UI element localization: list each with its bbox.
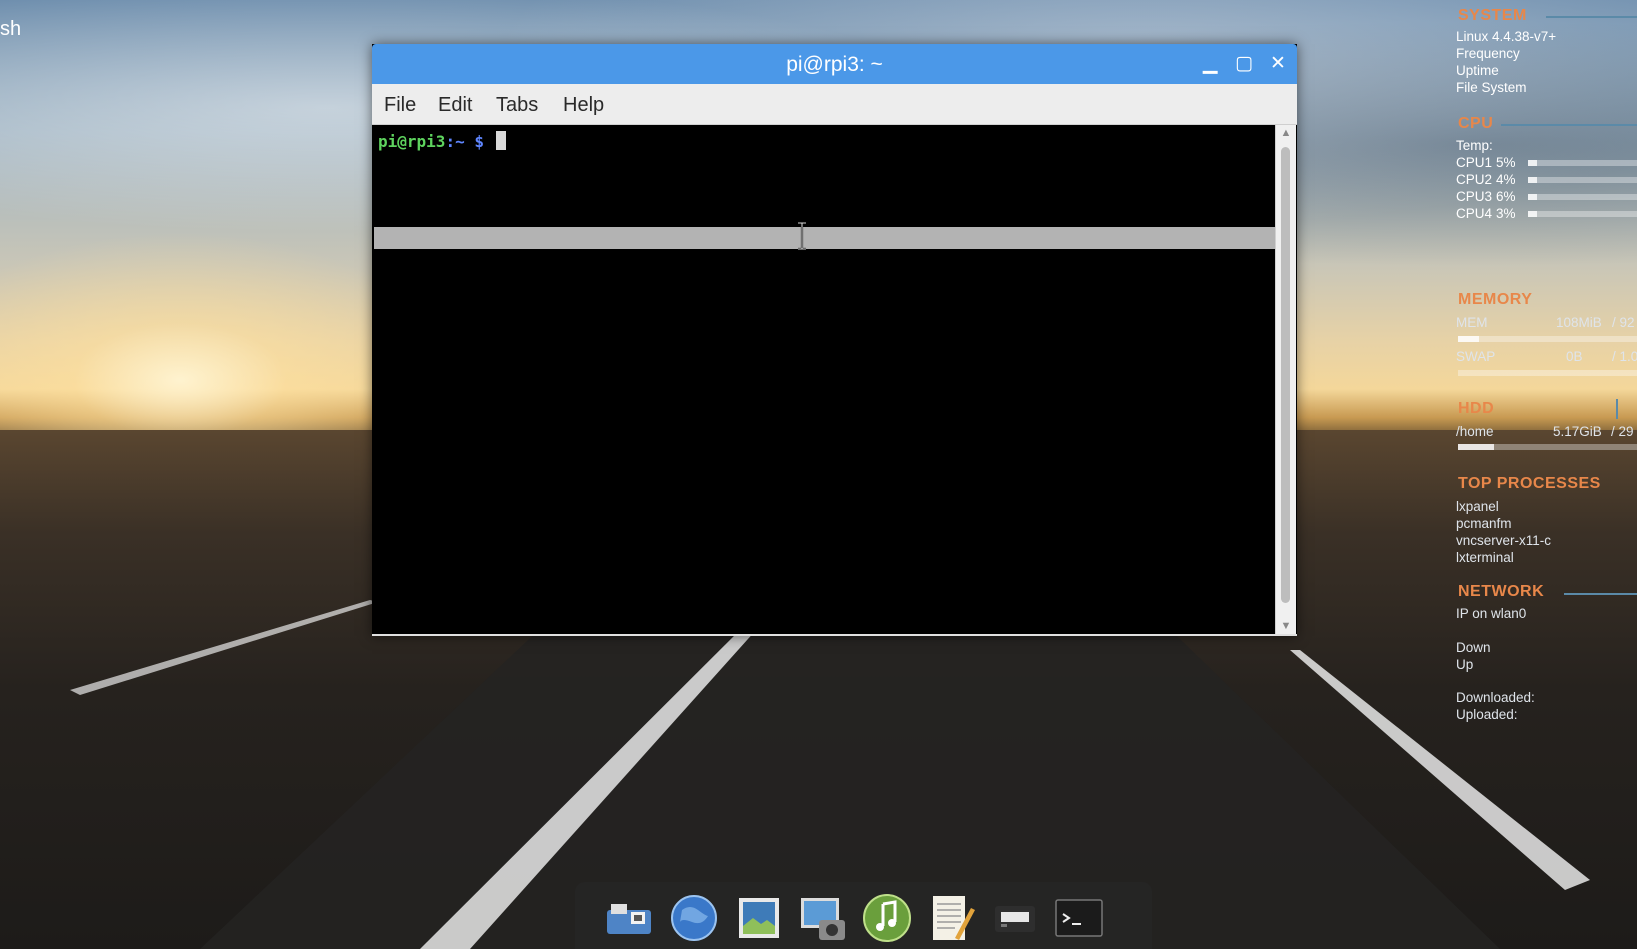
cpu-heading: CPU — [1458, 115, 1494, 132]
maximize-button[interactable]: ▢ — [1232, 52, 1256, 76]
cpu-core-label: CPU1 — [1456, 155, 1493, 170]
mem-bar-fill — [1458, 336, 1480, 342]
process-item: lxterminal — [1456, 550, 1514, 565]
menu-bar: File Edit Tabs Help — [372, 84, 1297, 125]
prompt-user-host: pi@rpi3 — [378, 132, 446, 151]
network-downloaded-label: Downloaded: — [1456, 690, 1535, 705]
cpu-rule — [1501, 124, 1637, 126]
network-ip-label: IP on wlan0 — [1456, 606, 1527, 621]
hdd-rule — [1616, 399, 1618, 419]
cpu-core-bar-fill — [1528, 160, 1537, 166]
top-processes-heading: TOP PROCESSES — [1458, 475, 1601, 492]
cpu-core-bar — [1528, 160, 1637, 166]
music-player-icon[interactable] — [861, 892, 913, 944]
network-down-label: Down — [1456, 640, 1491, 655]
cpu-core-value: 6% — [1496, 189, 1516, 204]
process-item: pcmanfm — [1456, 516, 1512, 531]
cpu-core-label: CPU4 — [1456, 206, 1493, 221]
text-cursor — [495, 131, 506, 150]
desktop-icon-label-fragment[interactable]: sh — [0, 18, 21, 41]
menu-edit[interactable]: Edit — [438, 94, 472, 117]
cpu-core-bar — [1528, 211, 1637, 217]
mem-label: MEM — [1456, 315, 1488, 330]
system-line: Frequency — [1456, 46, 1520, 61]
prompt-path: :~ — [445, 132, 465, 151]
cpu-core-value: 5% — [1496, 155, 1516, 170]
window-titlebar[interactable]: pi@rpi3: ~ ▁ ▢ ✕ — [372, 44, 1297, 84]
swap-bar — [1458, 370, 1637, 376]
hdd-heading: HDD — [1458, 400, 1495, 417]
system-heading: SYSTEM — [1458, 7, 1527, 24]
memory-heading: MEMORY — [1458, 291, 1533, 308]
terminal-icon[interactable] — [1053, 892, 1105, 944]
cpu-core-bar-fill — [1528, 211, 1537, 217]
web-browser-icon[interactable] — [668, 892, 720, 944]
conky-system-monitor: SYSTEM Linux 4.4.38-v7+ Frequency Uptime… — [1456, 0, 1637, 949]
storage-icon[interactable] — [989, 892, 1041, 944]
system-line: Linux 4.4.38-v7+ — [1456, 29, 1557, 44]
mem-total: / 92 — [1612, 315, 1635, 330]
window-bottom-border — [372, 634, 1297, 636]
swap-value: 0B — [1566, 349, 1583, 364]
hdd-total: / 29 — [1611, 424, 1634, 439]
swap-label: SWAP — [1456, 349, 1496, 364]
cpu-core-value: 4% — [1496, 172, 1516, 187]
text-editor-icon[interactable] — [925, 892, 977, 944]
menu-help[interactable]: Help — [563, 94, 604, 117]
network-uploaded-label: Uploaded: — [1456, 707, 1518, 722]
prompt-symbol: $ — [474, 132, 484, 151]
cpu-temp-label: Temp: — [1456, 138, 1493, 153]
file-manager-icon[interactable] — [603, 892, 655, 944]
hdd-used: 5.17GiB — [1553, 424, 1602, 439]
cpu-core-bar-fill — [1528, 177, 1537, 183]
hdd-bar-fill — [1458, 444, 1494, 450]
shell-prompt: pi@rpi3:~ $ — [378, 131, 506, 151]
image-viewer-icon[interactable] — [733, 892, 785, 944]
scroll-down-arrow-icon[interactable]: ▼ — [1276, 618, 1296, 634]
scrollbar-thumb[interactable] — [1281, 147, 1290, 603]
mem-value: 108MiB — [1556, 315, 1602, 330]
menu-file[interactable]: File — [384, 94, 416, 117]
maximize-icon: ▢ — [1235, 53, 1253, 74]
minimize-button[interactable]: ▁ — [1198, 52, 1222, 76]
mem-bar — [1458, 336, 1637, 342]
close-icon: ✕ — [1270, 53, 1286, 74]
system-line: Uptime — [1456, 63, 1499, 78]
cpu-core-bar-fill — [1528, 194, 1537, 200]
terminal-scrollbar[interactable]: ▲ ▼ — [1275, 125, 1296, 634]
system-line: File System — [1456, 80, 1527, 95]
scroll-up-arrow-icon[interactable]: ▲ — [1276, 125, 1296, 141]
swap-total: / 1.0 — [1612, 349, 1637, 364]
network-heading: NETWORK — [1458, 583, 1545, 600]
cpu-core-label: CPU3 — [1456, 189, 1493, 204]
cpu-core-value: 3% — [1496, 206, 1516, 221]
hdd-bar — [1458, 444, 1637, 450]
cpu-core-bar — [1528, 177, 1637, 183]
network-up-label: Up — [1456, 657, 1474, 672]
process-item: lxpanel — [1456, 499, 1499, 514]
selection-highlight-bar — [374, 227, 1275, 249]
menu-tabs[interactable]: Tabs — [496, 94, 538, 117]
photos-icon[interactable] — [797, 892, 849, 944]
terminal-area[interactable]: pi@rpi3:~ $ — [374, 125, 1275, 634]
minimize-icon: ▁ — [1202, 53, 1218, 74]
terminal-window[interactable]: pi@rpi3: ~ ▁ ▢ ✕ File Edit Tabs Help pi@… — [372, 44, 1297, 636]
cpu-core-bar — [1528, 194, 1637, 200]
hdd-mount: /home — [1456, 424, 1494, 439]
network-rule — [1564, 593, 1637, 595]
window-title: pi@rpi3: ~ — [786, 53, 883, 76]
system-rule — [1546, 16, 1637, 18]
close-button[interactable]: ✕ — [1266, 52, 1290, 76]
ibeam-cursor-icon — [798, 221, 806, 251]
application-dock — [575, 882, 1152, 949]
process-item: vncserver-x11-c — [1456, 533, 1552, 548]
cpu-core-label: CPU2 — [1456, 172, 1493, 187]
